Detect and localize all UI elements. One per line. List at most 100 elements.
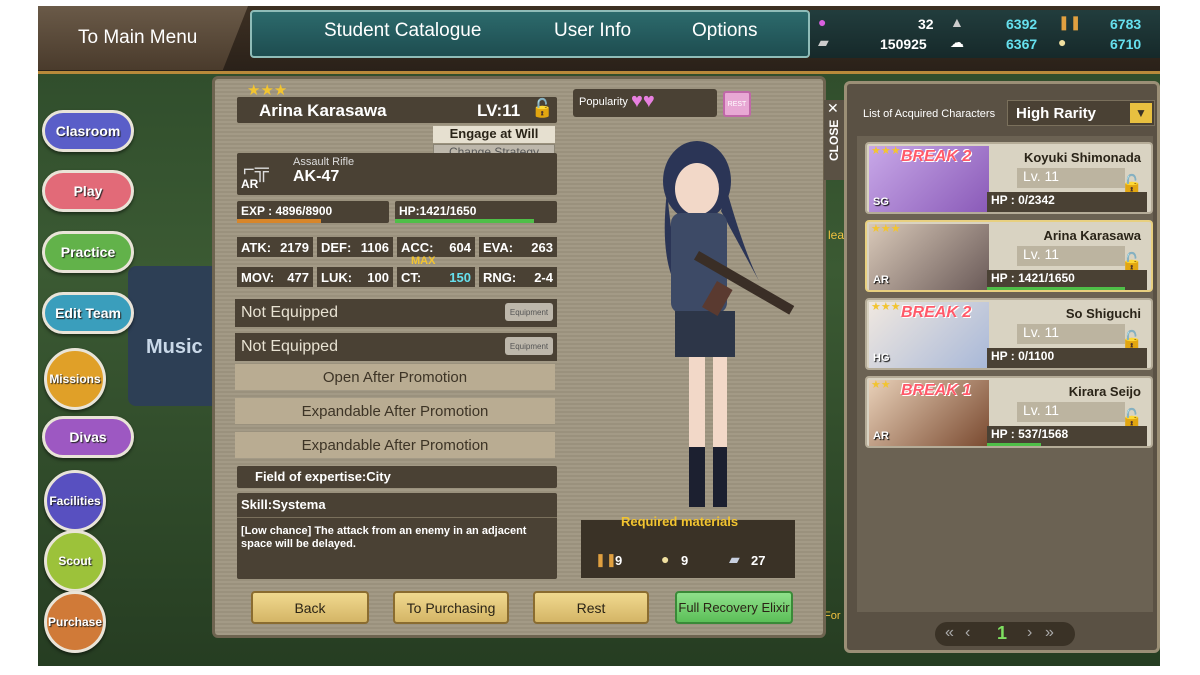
skill-description: [Low chance] The attack from an enemy in… — [241, 525, 527, 550]
lock-icon[interactable]: 🔓 — [531, 98, 553, 119]
page-number: 1 — [997, 623, 1008, 643]
sidebar-label: Scout — [58, 554, 92, 568]
stat-value: 604 — [449, 239, 471, 255]
card-level: Lv. 11 — [1017, 324, 1125, 344]
exp-fill — [237, 219, 321, 223]
ct-max-label: MAX — [411, 255, 436, 267]
tab-options[interactable]: Options — [692, 20, 757, 42]
locked-slot: Expandable After Promotion — [235, 432, 555, 458]
slot-label: Not Equipped — [241, 304, 338, 321]
character-portrait — [663, 141, 795, 507]
card-stars: ★★★ — [871, 301, 901, 313]
character-list-panel: List of Acquired Characters High Rarity … — [844, 81, 1160, 653]
full-recovery-elixir-button[interactable]: Full Recovery Elixir — [675, 591, 793, 624]
sidebar-item-divas[interactable]: Divas — [42, 416, 134, 458]
first-page-icon[interactable]: « — [945, 624, 954, 642]
material-count: 9 — [615, 553, 623, 568]
equipment-button[interactable]: Equipment — [505, 303, 553, 321]
card-hp-text: HP : 0/1100 — [991, 349, 1055, 363]
cloud-icon: ☁ — [950, 34, 964, 50]
weapon-badge: AR — [873, 274, 889, 286]
stat-value: 2179 — [280, 239, 309, 255]
main-menu-button[interactable]: To Main Menu — [38, 6, 248, 70]
card-hp-text: HP : 0/2342 — [991, 193, 1055, 207]
sidebar-item-classroom[interactable]: Clasroom — [42, 110, 134, 152]
hp-fill — [987, 287, 1125, 290]
bullet-icon: ❚❚ — [1058, 14, 1082, 30]
stat-value: 2-4 — [534, 269, 553, 285]
background-for-text: For — [824, 610, 841, 622]
rarity-filter-select[interactable]: High Rarity ▼ — [1007, 100, 1155, 126]
name-bar: Arina Karasawa LV:11 🔓 — [237, 97, 557, 123]
close-icon[interactable]: ✕ — [827, 100, 839, 117]
prev-page-icon[interactable]: ‹ — [965, 624, 970, 642]
card-name: So Shiguchi — [1065, 306, 1141, 321]
character-card[interactable]: ★★★ BREAK 2 SG Koyuki Shimonada Lv. 11 🔓… — [865, 142, 1153, 214]
stat-def: DEF: 1106 — [317, 237, 393, 257]
rest-chip[interactable]: REST — [723, 91, 751, 117]
players-count: 32 — [918, 16, 934, 32]
equipment-slot: Not Equipped Equipment — [235, 333, 557, 361]
card-hp-text: HP : 537/1568 — [991, 427, 1069, 441]
sidebar-label: Missions — [49, 372, 101, 386]
back-button[interactable]: Back — [251, 591, 369, 624]
character-name: Arina Karasawa — [259, 101, 387, 120]
stat-value: 1106 — [360, 239, 389, 255]
top-bar: To Main Menu Student Catalogue User Info… — [38, 6, 1160, 74]
locked-slot: Open After Promotion — [235, 364, 555, 390]
card-hp: HP : 0/2342 — [987, 192, 1147, 212]
bread-icon: ● — [1058, 34, 1067, 50]
next-page-icon[interactable]: › — [1027, 624, 1032, 642]
tab-student-catalogue[interactable]: Student Catalogue — [324, 20, 481, 42]
last-page-icon[interactable]: » — [1045, 624, 1054, 642]
pagination: « ‹ 1 › » — [935, 622, 1075, 646]
stat-key: LUK: — [321, 269, 353, 285]
stat-rng: RNG: 2-4 — [479, 267, 557, 287]
break-badge: BREAK 2 — [901, 304, 972, 321]
sidebar-item-play[interactable]: Play — [42, 170, 134, 212]
top-nav: Student Catalogue User Info Options — [250, 10, 810, 58]
weapon-badge: AR — [873, 430, 889, 442]
list-title: List of Acquired Characters — [863, 108, 996, 120]
sidebar-item-practice[interactable]: Practice — [42, 231, 134, 273]
person-icon: ● — [818, 14, 827, 30]
background-music-sign: Music — [146, 336, 203, 358]
card-name: Kirara Seijo — [1068, 384, 1141, 399]
character-card[interactable]: ★★ BREAK 1 AR Kirara Seijo Lv. 11 🔓 HP :… — [865, 376, 1153, 448]
card-hp: HP : 537/1568 — [987, 426, 1147, 446]
stat-value: 150 — [449, 269, 471, 285]
strategy-label: Engage at Will — [433, 126, 555, 143]
sidebar-label: Edit Team — [55, 305, 121, 321]
card-hp-text: HP : 1421/1650 — [991, 271, 1075, 285]
stat-eva: EVA: 263 — [479, 237, 557, 257]
other-count: 6710 — [1110, 36, 1142, 52]
stat-key: ACC: — [401, 239, 434, 255]
sidebar-item-missions[interactable]: Missions — [44, 348, 106, 410]
stat-key: ATK: — [241, 239, 272, 255]
locked-slot: Expandable After Promotion — [235, 398, 555, 424]
sidebar-item-edit-team[interactable]: Edit Team — [42, 292, 134, 334]
character-detail-panel: ★★★ Arina Karasawa LV:11 🔓 Popularity ♥♥… — [212, 76, 826, 638]
sidebar-label: Facilities — [49, 494, 101, 508]
to-purchasing-button[interactable]: To Purchasing — [393, 591, 509, 624]
character-card[interactable]: ★★★ AR Arina Karasawa Lv. 11 🔓 HP : 1421… — [865, 220, 1153, 292]
sidebar-item-purchase[interactable]: Purchase — [44, 591, 106, 653]
weapon-badge: AR — [241, 177, 259, 191]
sidebar-label: Practice — [60, 244, 116, 260]
hp-fill — [395, 219, 535, 223]
tab-user-info[interactable]: User Info — [554, 20, 631, 42]
sidebar-item-facilities[interactable]: Facilities — [44, 470, 106, 532]
character-card[interactable]: ★★★ BREAK 2 HG So Shiguchi Lv. 11 🔓 HP :… — [865, 298, 1153, 370]
material-count: 27 — [751, 553, 766, 568]
heart-icon: ♥♥ — [631, 90, 655, 112]
rest-button[interactable]: Rest — [533, 591, 649, 624]
sidebar-item-scout[interactable]: Scout — [44, 530, 106, 592]
character-level: LV:11 — [477, 101, 521, 120]
main-menu-label: To Main Menu — [78, 27, 198, 48]
sidebar-label: Purchase — [47, 615, 103, 629]
close-label: CLOSE — [827, 119, 841, 161]
equipment-button[interactable]: Equipment — [505, 337, 553, 355]
weapon-badge: SG — [873, 196, 889, 208]
stat-luk: LUK: 100 — [317, 267, 393, 287]
hp-text: HP:1421/1650 — [399, 204, 477, 218]
